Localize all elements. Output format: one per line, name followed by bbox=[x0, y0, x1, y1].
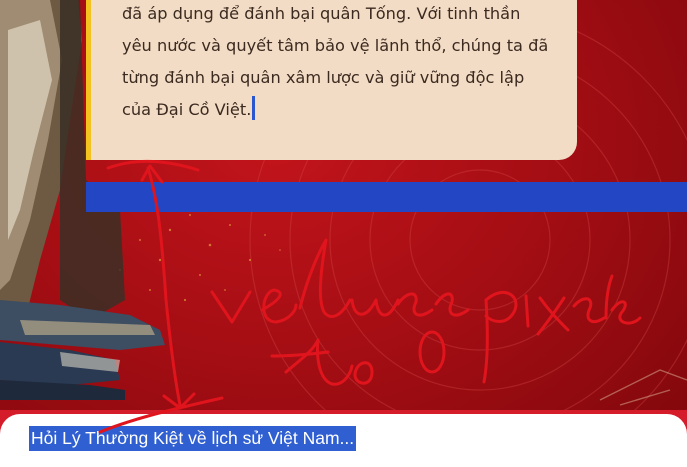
text-cursor bbox=[252, 96, 256, 120]
answer-text: đã áp dụng để đánh bại quân Tống. Với ti… bbox=[122, 0, 551, 126]
blue-divider-bar bbox=[86, 182, 687, 212]
answer-message-card: đã áp dụng để đánh bại quân Tống. Với ti… bbox=[86, 0, 577, 160]
chat-input-placeholder[interactable]: Hỏi Lý Thường Kiệt về lịch sử Việt Nam..… bbox=[29, 426, 357, 451]
answer-line: từng đánh bại quân xâm lược và giữ vững … bbox=[122, 68, 525, 87]
answer-line: đã áp dụng để đánh bại quân Tống. Với ti… bbox=[122, 4, 521, 23]
answer-line: của Đại Cồ Việt. bbox=[122, 100, 252, 119]
answer-line: yêu nước và quyết tâm bảo vệ lãnh thổ, c… bbox=[122, 36, 549, 55]
